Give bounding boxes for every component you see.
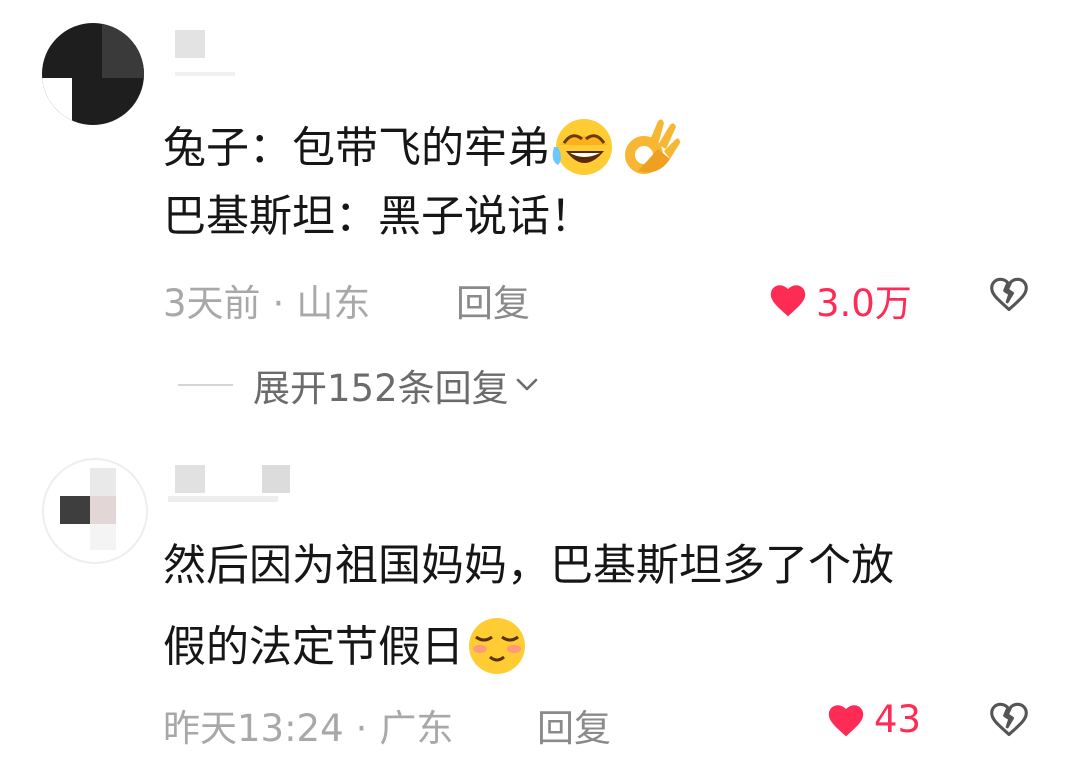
location: 山东 (296, 282, 371, 325)
like-button[interactable]: 43 (826, 698, 921, 741)
chevron-down-icon (516, 378, 537, 391)
divider-line (178, 384, 233, 386)
dislike-button[interactable] (988, 275, 1030, 317)
comment-line-1: 然后因为祖国妈妈，巴基斯坦多了个放 (163, 541, 894, 591)
username-blurred (168, 496, 278, 502)
laughing-crying-emoji (550, 117, 618, 185)
comment-line-2: 假的法定节假日 (163, 615, 530, 685)
smiling-emoji (464, 615, 530, 685)
comment-line-1: 兔子：包带飞的牢弟 (163, 115, 682, 187)
heart-icon (770, 285, 806, 317)
timestamp: 昨天13:24 (163, 707, 344, 750)
username-blurred[interactable] (175, 465, 205, 493)
comment-meta: 3天前 · 山东 (163, 282, 371, 325)
username-blurred (262, 465, 290, 493)
comment-line-2: 巴基斯坦：黑子说话！ (163, 192, 593, 242)
dislike-heart-icon (990, 702, 1028, 737)
reply-button[interactable]: 回复 (456, 273, 530, 327)
username-blurred (175, 72, 235, 76)
like-count: 43 (874, 698, 922, 741)
expand-replies-button[interactable]: 展开152条回复 (178, 358, 539, 412)
dislike-button[interactable] (988, 700, 1030, 742)
heart-icon (828, 704, 864, 736)
dislike-heart-icon (990, 277, 1028, 312)
ok-hand-emoji (618, 115, 682, 187)
comment-meta: 昨天13:24 · 广东 (163, 707, 454, 750)
avatar[interactable] (42, 23, 144, 125)
username-blurred[interactable] (175, 30, 205, 58)
like-count: 3.0万 (816, 282, 912, 325)
avatar[interactable] (42, 458, 148, 564)
expand-replies-label: 展开152条回复 (253, 367, 509, 410)
location: 广东 (379, 707, 454, 750)
like-button[interactable]: 3.0万 (768, 273, 912, 327)
timestamp: 3天前 (163, 282, 261, 325)
reply-button[interactable]: 回复 (537, 698, 611, 752)
